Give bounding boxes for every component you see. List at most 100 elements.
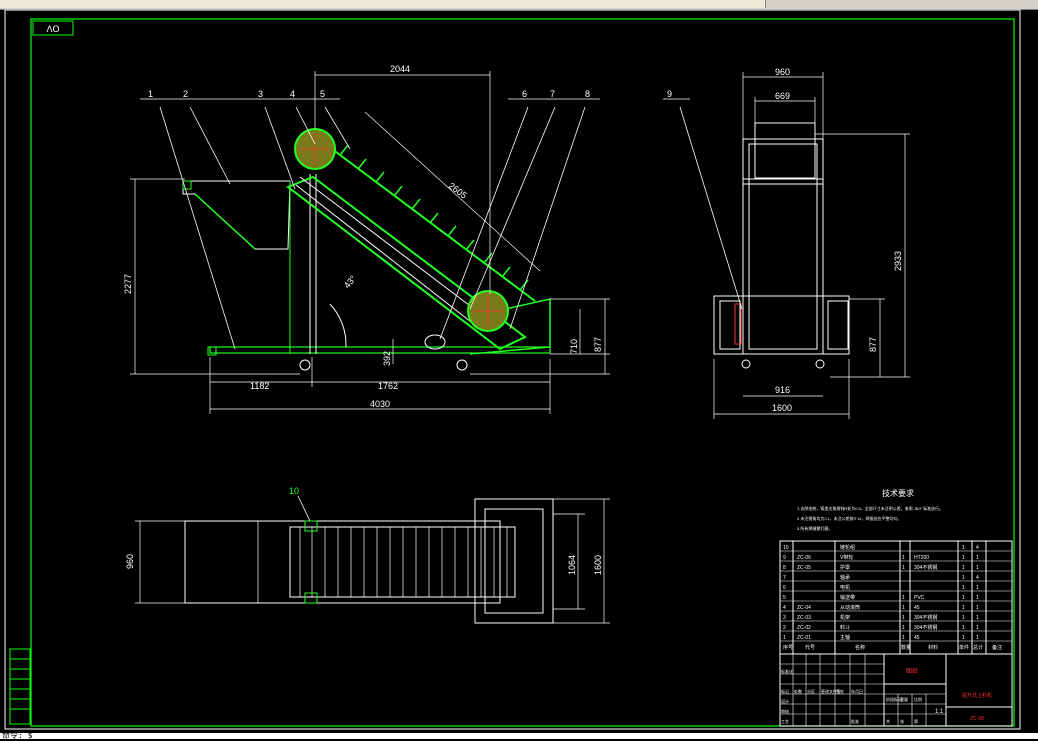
tab-6[interactable]: [655, 0, 766, 8]
technical-notes: 技术要求 1.去除毛刺，铸造尖角倒钝R处为0.5，全部尺寸未注明公差，参照 JB…: [797, 488, 943, 531]
bom-cell-name: 从动滚筒: [840, 604, 860, 611]
title-grid-rows: [780, 654, 946, 726]
bom-cell-material: PVC: [914, 595, 925, 601]
bom-table: 10 链轮组 1 4 9 ZC-06 V带轮 1 HT200 1 1 8 ZC-05 护罩 1 304不锈钢 1…: [779, 540, 1013, 655]
part-no-8: 8: [585, 89, 590, 99]
title-company: 图纸: [906, 667, 918, 675]
bom-cell-qty: 1: [902, 605, 905, 611]
bom-cell-b: 1: [976, 565, 979, 571]
part-no-9: 9: [667, 89, 672, 99]
bom-cell-no: 6: [783, 585, 786, 591]
bom-cell-qty: 1: [902, 565, 905, 571]
bom-header-a: 单件: [959, 644, 969, 651]
notes-line-2: 2.未注倒角均为C1，未注公差按IT14，焊接处应平整均匀。: [797, 515, 901, 521]
side-leader-lines: [140, 98, 600, 350]
bom-cell-a: 1: [962, 585, 965, 591]
end-frame-inner: [748, 143, 818, 350]
bom-header-qty: 数量: [901, 644, 911, 651]
bom-cell-name: 主轴: [840, 634, 850, 641]
bom-cell-a: 1: [962, 555, 965, 561]
dim-base-left: 1182: [250, 381, 269, 391]
dim-discharge-height: 710: [569, 339, 579, 354]
bom-cell-a: 1: [962, 605, 965, 611]
dim-end-side-height: 877: [868, 337, 878, 352]
angle-label: 43°: [342, 273, 359, 290]
tab-1[interactable]: [0, 0, 91, 8]
side-view: 43° 1 2 3 4 5 6 7 8 2044 2605 2277 392 7…: [123, 64, 610, 414]
dim-plan-width-mid: 1064: [567, 555, 577, 575]
dim-overall-length: 4030: [370, 399, 390, 409]
bom-cell-name: 链轮组: [840, 544, 855, 551]
bom-header-b: 总计: [973, 644, 983, 651]
end-dimension-labels: 960 669 2933 877 916 1600: [772, 67, 903, 413]
part-no-10: 10: [289, 486, 299, 496]
command-line[interactable]: 命令: $: [0, 731, 1038, 740]
bom-cell-a: 1: [962, 565, 965, 571]
title-label: 共: [886, 718, 890, 724]
title-drawing-name: 提升式上料机: [962, 692, 992, 699]
bom-cell-name: 轴承: [840, 574, 850, 581]
tab-4[interactable]: [360, 0, 526, 8]
bom-cell-code: ZC-02: [797, 625, 811, 631]
bom-cell-a: 1: [962, 625, 965, 631]
dim-inner-width: 669: [775, 91, 790, 101]
bom-header-code: 代号: [805, 644, 815, 651]
hopper-outline: [182, 180, 291, 250]
bom-header-name: 名称: [855, 644, 865, 651]
cad-drawing-canvas[interactable]: ΛO 43° 1 2 3 4 5 6 7 8 2044 2605 2277 39…: [0, 9, 1038, 733]
bom-cell-qty: 1: [902, 615, 905, 621]
dim-end-height: 877: [593, 337, 603, 352]
bom-cell-code: ZC-04: [797, 605, 811, 611]
bom-cell-material: HT200: [914, 555, 929, 561]
title-label: 重量: [900, 696, 908, 702]
bom-cell-b: 1: [976, 585, 979, 591]
bom-cell-b: 1: [976, 555, 979, 561]
end-base-left-panel: [719, 300, 741, 350]
side-part-numbers: 1 2 3 4 5 6 7 8: [148, 89, 590, 99]
part-no-2: 2: [183, 89, 188, 99]
bom-cell-b: 1: [976, 615, 979, 621]
bom-header-note: 备注: [992, 644, 1002, 651]
plan-discharge-hood: [474, 498, 554, 624]
tab-5[interactable]: [525, 0, 656, 8]
bom-cell-a: 1: [962, 615, 965, 621]
conveyor-top-cover: [327, 145, 536, 302]
plan-view: 10 960 1064 1600: [125, 486, 610, 624]
end-wheel-right: [815, 359, 825, 369]
bom-cell-name: 电机: [840, 584, 850, 591]
bom-cell-code: ZC-05: [797, 565, 811, 571]
title-label: 第: [914, 718, 918, 724]
plan-frame: [184, 520, 501, 604]
tab-3[interactable]: [200, 0, 361, 8]
bom-cell-name: 护罩: [840, 564, 850, 571]
wheel-right: [456, 359, 468, 371]
hopper-side-hatch: [194, 193, 256, 250]
bom-cell-no: 4: [783, 605, 786, 611]
part-no-4: 4: [290, 89, 295, 99]
dim-end-height: 2933: [893, 251, 903, 271]
notes-line-1: 1.去除毛刺，铸造尖角倒钝R处为0.5，全部尺寸未注明公差，参照 JB/T 标准…: [797, 505, 943, 511]
bom-cell-material: 45: [914, 605, 920, 611]
title-label: 批准: [851, 718, 859, 724]
bom-cell-b: 4: [976, 545, 979, 551]
angle-arc: [329, 303, 347, 348]
bom-cell-b: 4: [976, 575, 979, 581]
bom-cell-no: 3: [783, 615, 786, 621]
title-label: 标记: [781, 688, 789, 694]
bom-cell-b: 1: [976, 625, 979, 631]
bom-cell-b: 1: [976, 635, 979, 641]
title-label: 标准化: [781, 668, 793, 674]
tab-2[interactable]: [90, 0, 201, 8]
bom-cell-no: 1: [783, 635, 786, 641]
command-line-text: 命令: $: [2, 731, 33, 740]
title-label: 工艺: [781, 719, 789, 724]
end-leader-line: [679, 106, 743, 310]
bom-cell-b: 1: [976, 605, 979, 611]
wheel-left: [299, 359, 311, 371]
plan-dimension-lines: [135, 498, 610, 624]
bom-header-material: 材料: [928, 644, 938, 651]
dim-plan-width-left: 960: [125, 554, 135, 569]
bom-cell-no: 2: [783, 625, 786, 631]
title-scale: 1:1: [935, 709, 944, 715]
plan-leader-line: [297, 495, 311, 522]
